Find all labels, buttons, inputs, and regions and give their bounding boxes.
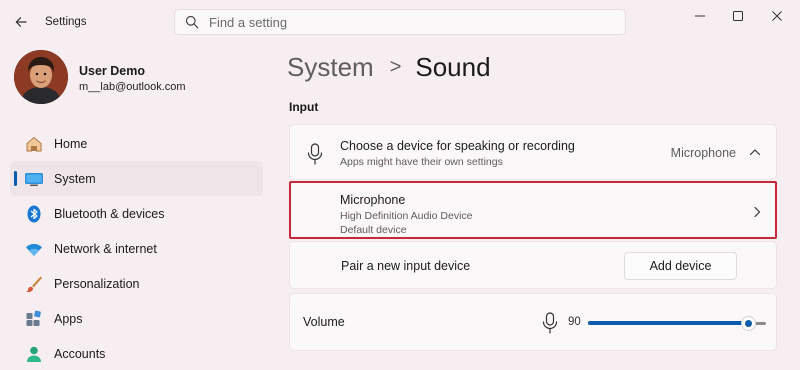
brush-icon bbox=[24, 274, 44, 294]
sidebar-item-system[interactable]: System bbox=[10, 161, 263, 196]
pair-input-device-card: Pair a new input device Add device bbox=[289, 241, 777, 289]
close-icon bbox=[772, 11, 782, 21]
minimize-icon bbox=[695, 15, 705, 17]
title-bar: Settings bbox=[0, 0, 800, 44]
sidebar-item-label: Home bbox=[54, 136, 88, 151]
chevron-up-icon[interactable] bbox=[748, 145, 762, 159]
volume-value: 90 bbox=[568, 316, 581, 328]
wifi-icon bbox=[24, 239, 44, 259]
active-indicator bbox=[14, 171, 17, 186]
device-status: Default device bbox=[340, 224, 407, 236]
close-button[interactable] bbox=[763, 6, 791, 26]
sidebar-item-label: Accounts bbox=[54, 346, 106, 361]
sidebar-item-label: Bluetooth & devices bbox=[54, 206, 165, 221]
bluetooth-icon bbox=[24, 204, 44, 224]
sidebar-item-home[interactable]: Home bbox=[10, 126, 263, 161]
account-icon bbox=[24, 344, 44, 364]
volume-label: Volume bbox=[303, 315, 345, 329]
apps-icon bbox=[24, 309, 44, 329]
breadcrumb-parent[interactable]: System bbox=[287, 52, 374, 83]
page-title: Sound bbox=[415, 52, 491, 82]
microphone-icon bbox=[306, 143, 324, 165]
sidebar-item-label: System bbox=[54, 171, 96, 186]
volume-card: Volume 90 bbox=[289, 293, 777, 351]
choose-device-subtitle: Apps might have their own settings bbox=[340, 156, 503, 168]
sidebar-item-label: Network & internet bbox=[54, 241, 157, 256]
system-icon bbox=[24, 169, 44, 189]
selected-input-device: Microphone bbox=[670, 146, 736, 160]
avatar bbox=[14, 50, 68, 104]
maximize-icon bbox=[733, 11, 743, 21]
breadcrumb: System > Sound bbox=[287, 52, 491, 83]
add-device-button[interactable]: Add device bbox=[624, 252, 737, 280]
user-email: m__lab@outlook.com bbox=[79, 81, 186, 93]
choose-device-title: Choose a device for speaking or recordin… bbox=[340, 139, 575, 153]
sidebar-item-bluetooth[interactable]: Bluetooth & devices bbox=[10, 196, 263, 231]
choose-input-device-card[interactable]: Choose a device for speaking or recordin… bbox=[289, 124, 777, 180]
chevron-right-icon bbox=[751, 205, 763, 219]
sidebar-item-accounts[interactable]: Accounts bbox=[10, 336, 263, 370]
slider-thumb[interactable] bbox=[742, 317, 756, 330]
sidebar-item-label: Apps bbox=[54, 311, 83, 326]
sidebar-item-apps[interactable]: Apps bbox=[10, 301, 263, 336]
back-arrow-icon bbox=[15, 17, 27, 27]
volume-slider[interactable] bbox=[588, 314, 766, 332]
sidebar-nav: Home System Bluetooth & devices Network … bbox=[10, 126, 263, 370]
sidebar-item-network[interactable]: Network & internet bbox=[10, 231, 263, 266]
sidebar-item-label: Personalization bbox=[54, 276, 140, 291]
pair-device-label: Pair a new input device bbox=[341, 259, 471, 273]
minimize-button[interactable] bbox=[686, 6, 714, 26]
device-name: Microphone bbox=[340, 193, 406, 207]
sidebar-item-personalization[interactable]: Personalization bbox=[10, 266, 263, 301]
slider-fill bbox=[588, 321, 749, 325]
back-button[interactable] bbox=[10, 12, 32, 32]
maximize-button[interactable] bbox=[724, 6, 752, 26]
search-input[interactable] bbox=[209, 14, 589, 30]
search-box[interactable] bbox=[174, 9, 626, 35]
home-icon bbox=[24, 134, 44, 154]
microphone-icon[interactable] bbox=[542, 312, 558, 334]
breadcrumb-separator: > bbox=[389, 56, 402, 78]
search-icon bbox=[185, 15, 199, 29]
app-title: Settings bbox=[45, 16, 87, 28]
user-name: User Demo bbox=[79, 64, 145, 78]
section-title-input: Input bbox=[289, 100, 319, 114]
microphone-device-item[interactable]: Microphone High Definition Audio Device … bbox=[289, 181, 777, 239]
device-description: High Definition Audio Device bbox=[340, 210, 473, 222]
